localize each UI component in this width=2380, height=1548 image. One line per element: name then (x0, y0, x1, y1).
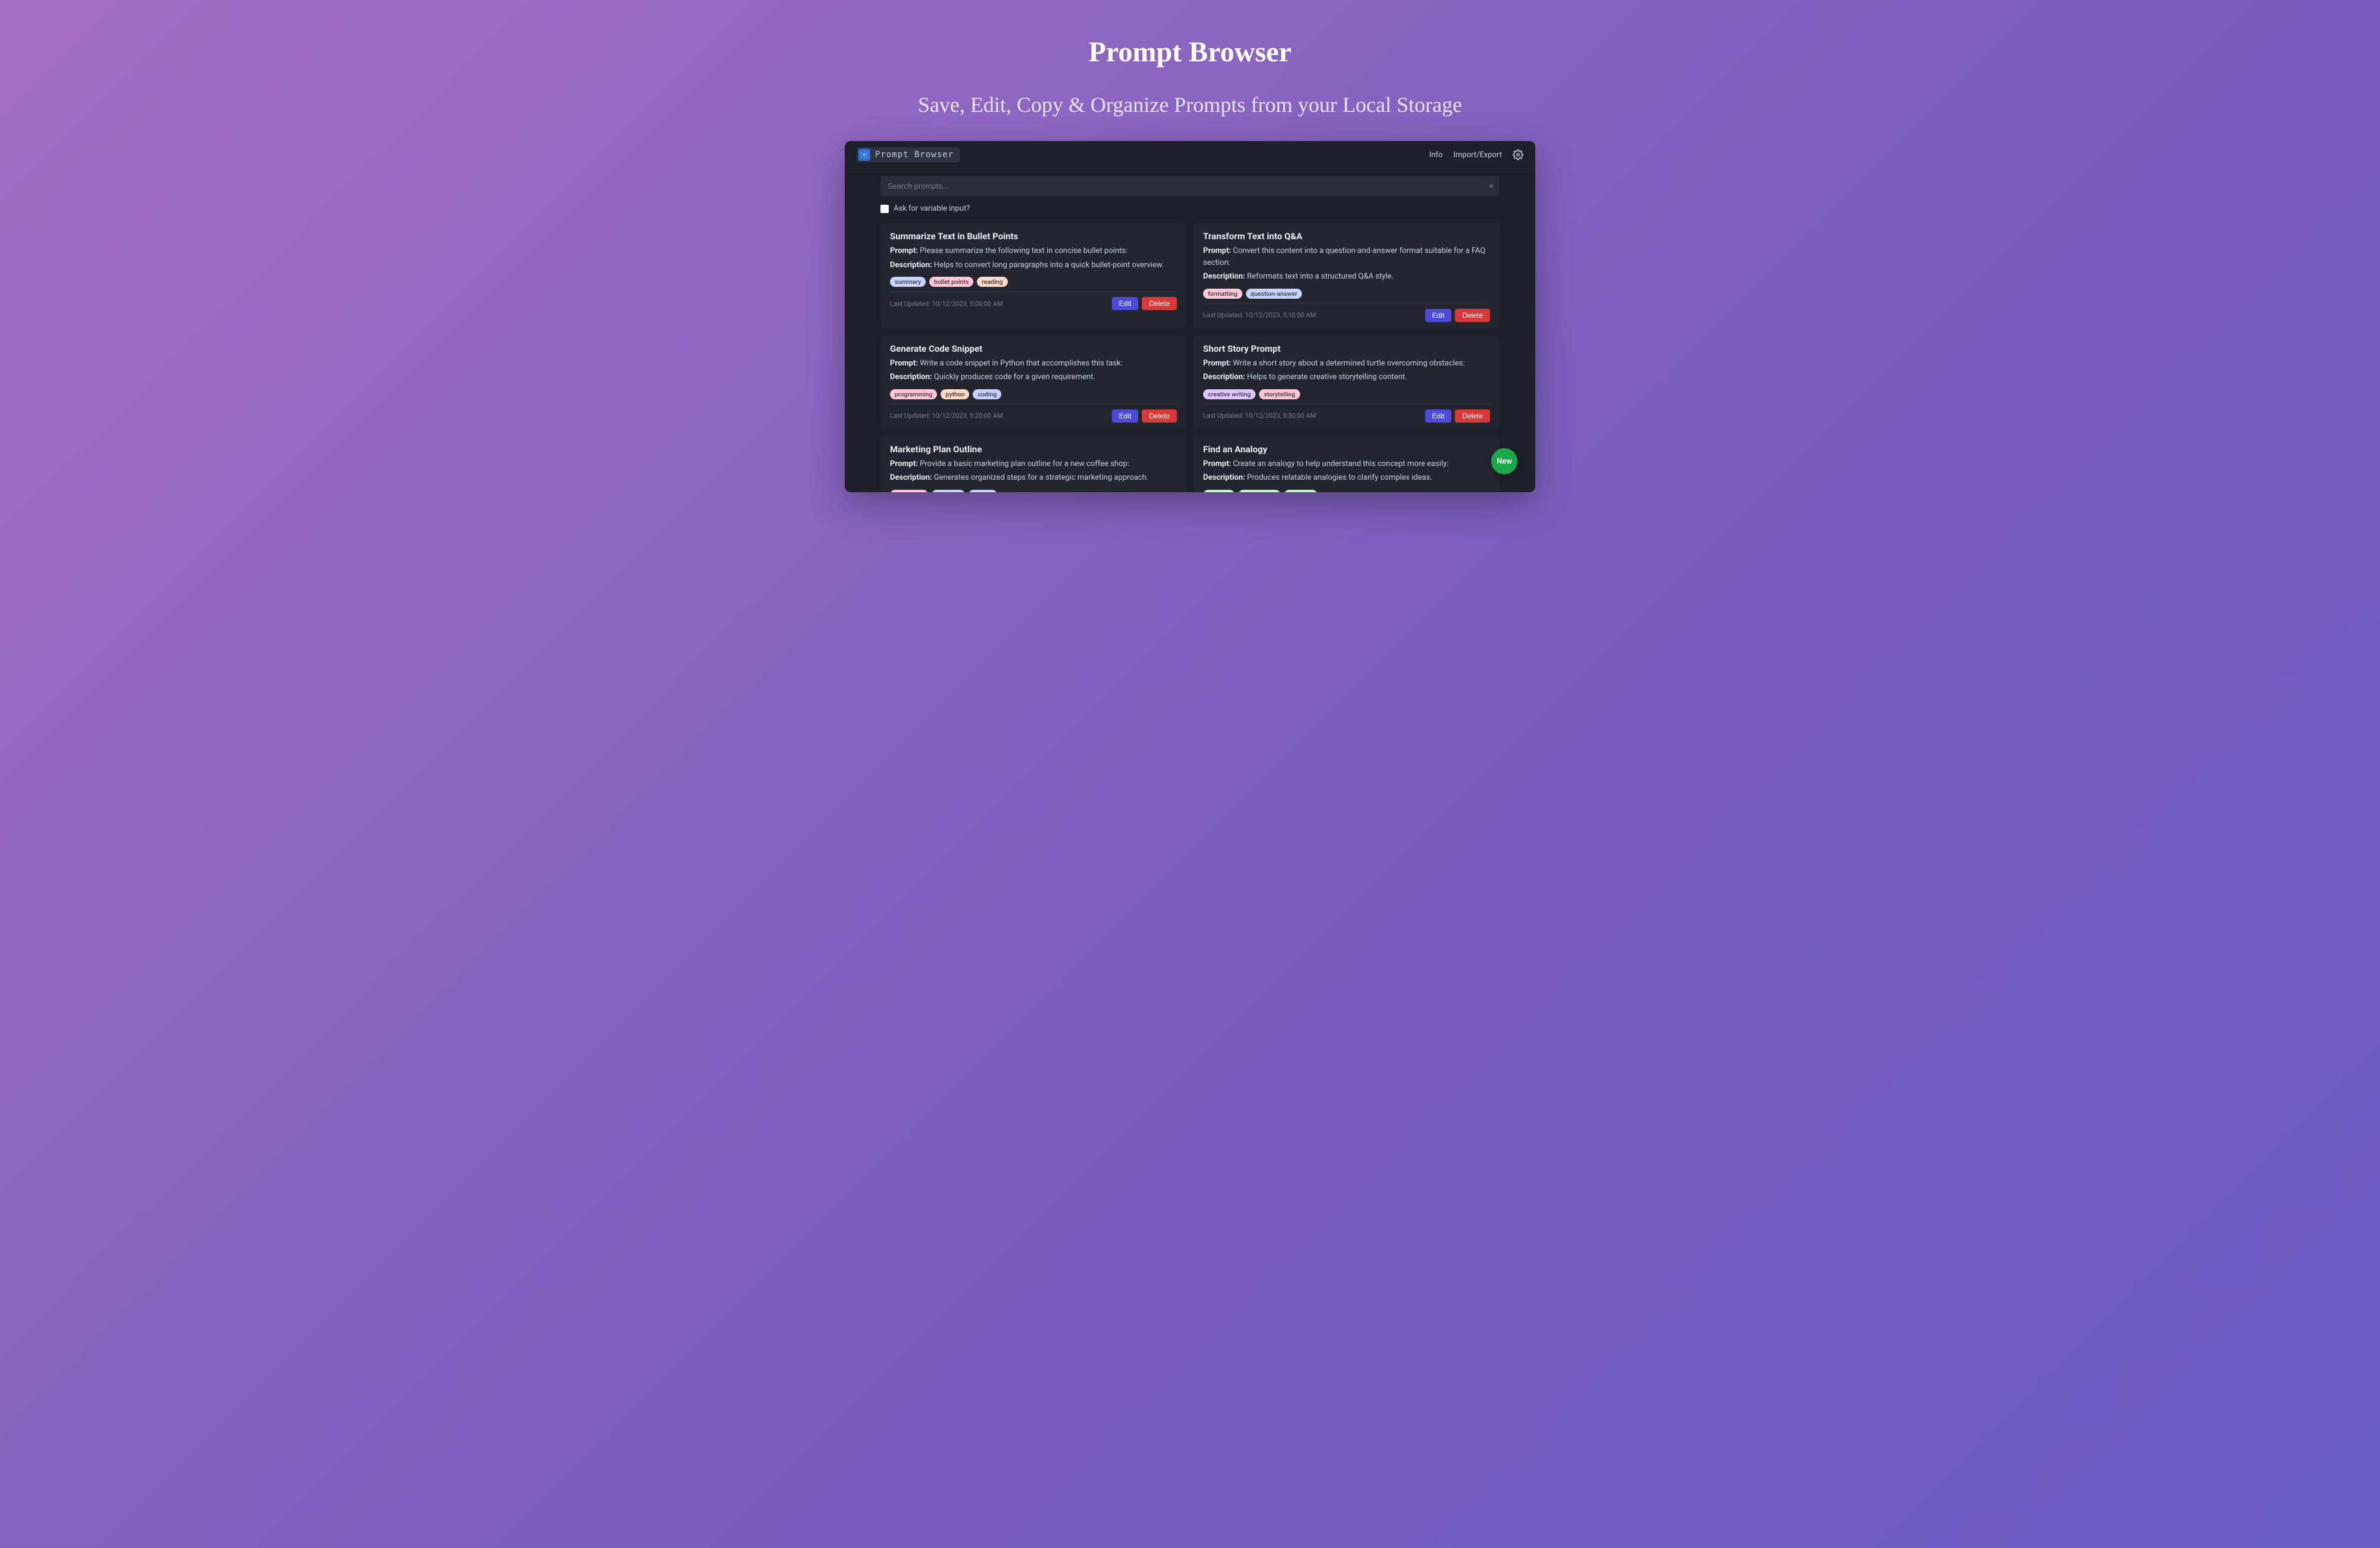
card-prompt-line: Prompt: Convert this content into a ques… (1203, 245, 1490, 268)
tag[interactable]: explanation (1238, 490, 1280, 493)
app-window: Prompt Browser Info Import/Export × Ask … (845, 141, 1535, 492)
delete-button[interactable]: Delete (1142, 297, 1177, 310)
prompt-card: Transform Text into Q&A Prompt: Convert t… (1194, 223, 1500, 328)
tag[interactable]: question-answer (1246, 289, 1302, 299)
card-tags: analogyexplanation teaching (1203, 490, 1490, 493)
card-footer: Last Updated: 10/12/2023, 5:20:00 AM Edit… (890, 404, 1177, 423)
card-footer: Last Updated: 10/12/2023, 5:30:00 AM Edit… (1203, 404, 1490, 423)
card-prompt-line: Prompt: Please summarize the following t… (890, 245, 1177, 257)
prompt-card: Marketing Plan Outline Prompt: Provide a … (880, 436, 1186, 493)
card-tags: programming python coding (890, 389, 1177, 399)
tag[interactable]: storytelling (1259, 389, 1300, 399)
nav-link-import-export[interactable]: Import/Export (1453, 151, 1502, 160)
search-input[interactable] (880, 176, 1500, 196)
edit-button[interactable]: Edit (1112, 297, 1139, 310)
tag[interactable]: planning (932, 490, 965, 493)
card-description-line: Description: Quickly produces code for a… (890, 371, 1177, 383)
prompt-card: Generate Code Snippet Prompt: Write a cod… (880, 335, 1186, 429)
card-title: Transform Text into Q&A (1203, 231, 1490, 242)
card-description-line: Description: Produces relatable analogie… (1203, 472, 1490, 484)
gear-icon[interactable] (1513, 149, 1523, 160)
card-title: Summarize Text in Bullet Points (890, 231, 1177, 242)
tag[interactable]: programming (890, 389, 937, 399)
app-brand[interactable]: Prompt Browser (857, 147, 960, 162)
delete-button[interactable]: Delete (1455, 309, 1490, 322)
tag[interactable]: reading (977, 277, 1007, 287)
card-tags: creative writing storytelling (1203, 389, 1490, 399)
card-actions: EditDelete (1425, 409, 1490, 423)
card-prompt-line: Prompt: Write a code snippet in Python t… (890, 358, 1177, 370)
nav-link-info[interactable]: Info (1429, 151, 1443, 160)
card-last-updated: Last Updated: 10/12/2023, 5:30:00 AM (1203, 412, 1316, 420)
prompt-card: Summarize Text in Bullet Points Prompt: P… (880, 223, 1186, 328)
card-description-line: Description: Helps to convert long parag… (890, 259, 1177, 271)
card-title: Short Story Prompt (1203, 343, 1490, 354)
card-prompt-line: Prompt: Provide a basic marketing plan o… (890, 458, 1177, 470)
card-description-line: Description: Helps to generate creative … (1203, 371, 1490, 383)
prompt-card: Find an Analogy Prompt: Create an analogy… (1194, 436, 1500, 493)
card-tags: marketing planning outline (890, 490, 1177, 493)
prompt-card: Short Story Prompt Prompt: Write a short … (1194, 335, 1500, 429)
card-actions: EditDelete (1112, 409, 1177, 423)
app-nav: Info Import/Export (1429, 149, 1523, 160)
card-tags: summarybullet points reading (890, 277, 1177, 287)
card-title: Generate Code Snippet (890, 343, 1177, 354)
tag[interactable]: analogy (1203, 490, 1235, 493)
tag[interactable]: outline (969, 490, 997, 493)
app-header: Prompt Browser Info Import/Export (845, 141, 1535, 169)
card-description-line: Description: Generates organized steps f… (890, 472, 1177, 484)
card-footer: Last Updated: 10/12/2023, 5:00:00 AM Edit… (890, 292, 1177, 310)
tag[interactable]: marketing (890, 490, 928, 493)
delete-button[interactable]: Delete (1142, 409, 1177, 423)
variable-input-checkbox[interactable] (880, 205, 889, 213)
app-brand-text: Prompt Browser (875, 150, 954, 160)
card-last-updated: Last Updated: 10/12/2023, 5:00:00 AM (890, 300, 1003, 308)
card-actions: EditDelete (1425, 309, 1490, 322)
variable-input-label: Ask for variable input? (894, 204, 970, 213)
tag[interactable]: teaching (1284, 490, 1318, 493)
app-body: × Ask for variable input? Summarize Text… (845, 169, 1535, 492)
card-prompt-line: Prompt: Create an analogy to help unders… (1203, 458, 1490, 470)
card-footer: Last Updated: 10/12/2023, 5:10:00 AM Edit… (1203, 304, 1490, 322)
edit-button[interactable]: Edit (1425, 309, 1452, 322)
hero-title: Prompt Browser (24, 36, 2356, 68)
card-tags: formatting question-answer (1203, 289, 1490, 299)
card-last-updated: Last Updated: 10/12/2023, 5:10:00 AM (1203, 311, 1316, 319)
delete-button[interactable]: Delete (1455, 409, 1490, 423)
tag[interactable]: coding (973, 389, 1001, 399)
tag[interactable]: formatting (1203, 289, 1242, 299)
card-prompt-line: Prompt: Write a short story about a dete… (1203, 358, 1490, 370)
tag[interactable]: creative writing (1203, 389, 1255, 399)
card-title: Marketing Plan Outline (890, 444, 1177, 455)
card-last-updated: Last Updated: 10/12/2023, 5:20:00 AM (890, 412, 1003, 420)
tag[interactable]: summary (890, 277, 926, 287)
edit-button[interactable]: Edit (1425, 409, 1452, 423)
tag[interactable]: python (941, 389, 969, 399)
search-row: × (880, 176, 1500, 196)
clear-search-icon[interactable]: × (1489, 182, 1494, 190)
new-button[interactable]: New (1491, 448, 1517, 474)
card-description-line: Description: Reformats text into a struc… (1203, 271, 1490, 283)
tag[interactable]: bullet points (929, 277, 973, 287)
card-title: Find an Analogy (1203, 444, 1490, 455)
app-logo-icon (858, 149, 870, 161)
edit-button[interactable]: Edit (1112, 409, 1139, 423)
cards-grid[interactable]: Summarize Text in Bullet Points Prompt: P… (880, 223, 1500, 492)
card-actions: EditDelete (1112, 297, 1177, 310)
hero-subtitle: Save, Edit, Copy & Organize Prompts from… (24, 92, 2356, 117)
variable-input-row: Ask for variable input? (880, 204, 1500, 213)
